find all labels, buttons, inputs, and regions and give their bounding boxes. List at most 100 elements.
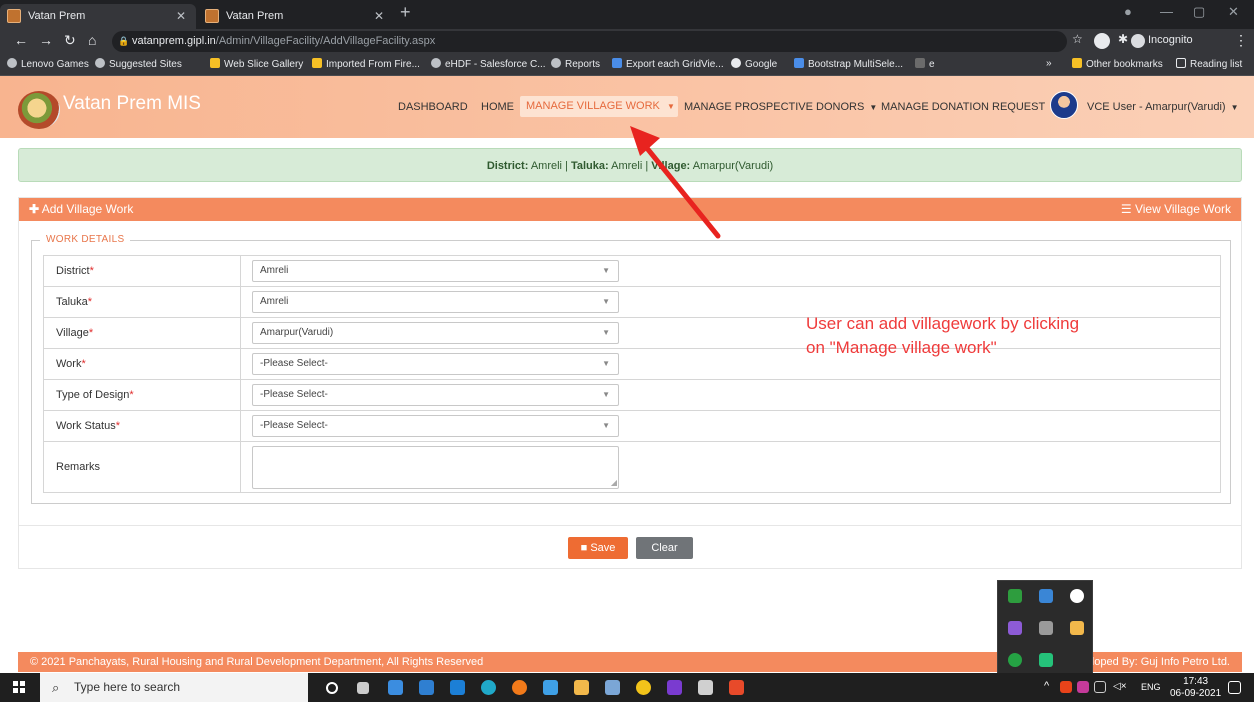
caret-down-icon: ▼ xyxy=(1230,103,1239,112)
tray-app-icon[interactable] xyxy=(1070,589,1084,603)
user-avatar[interactable] xyxy=(1050,91,1078,119)
extension-icon[interactable] xyxy=(1094,33,1110,49)
district-select[interactable]: Amreli ▼ xyxy=(252,260,619,282)
close-window-icon[interactable]: ✕ xyxy=(1228,4,1239,20)
tray-app-icon[interactable] xyxy=(1070,621,1084,635)
firefox-icon[interactable] xyxy=(512,680,527,695)
village-label: Village* xyxy=(43,317,241,349)
home-icon[interactable]: ⌂ xyxy=(88,32,96,48)
other-bookmarks[interactable]: Other bookmarks xyxy=(1072,58,1163,70)
save-button[interactable]: ■ Save xyxy=(568,537,628,559)
copyright-text: © 2021 Panchayats, Rural Housing and Rur… xyxy=(30,656,484,668)
app-icon[interactable] xyxy=(574,680,589,695)
bookmark-item[interactable]: Lenovo Games xyxy=(7,58,89,70)
clear-button[interactable]: Clear xyxy=(636,537,693,559)
windows-start-icon[interactable] xyxy=(13,681,25,693)
extensions-puzzle-icon[interactable]: ✱ xyxy=(1118,32,1128,46)
app-icon[interactable] xyxy=(667,680,682,695)
bookmark-item[interactable]: Suggested Sites xyxy=(95,58,182,70)
work-select[interactable]: -Please Select- ▼ xyxy=(252,353,619,375)
cortana-icon[interactable] xyxy=(326,682,338,694)
forward-icon[interactable]: → xyxy=(39,32,53,48)
resize-grip-icon[interactable]: ◢ xyxy=(611,478,617,487)
user-menu[interactable]: VCE User - Amarpur(Varudi) ▼ xyxy=(1087,101,1239,113)
taluka-label: Taluka* xyxy=(43,286,241,318)
bookmark-item[interactable]: Web Slice Gallery xyxy=(210,58,303,70)
nav-dashboard[interactable]: DASHBOARD xyxy=(398,101,468,113)
browser-tab-active[interactable]: Vatan Prem ✕ xyxy=(0,4,196,29)
work-status-select[interactable]: -Please Select- ▼ xyxy=(252,415,619,437)
taskbar-search-box[interactable]: ⌕ Type here to search xyxy=(40,673,308,702)
fieldset-legend: WORK DETAILS xyxy=(40,234,131,245)
network-icon[interactable] xyxy=(1094,681,1106,693)
district-label: District: xyxy=(486,160,529,172)
show-hidden-icons-icon[interactable]: ^ xyxy=(1044,680,1049,692)
minimize-icon[interactable]: — xyxy=(1160,4,1173,19)
tray-app-icon[interactable] xyxy=(1008,589,1022,603)
back-icon[interactable]: ← xyxy=(14,32,28,48)
view-village-work-link[interactable]: ☰ View Village Work xyxy=(1121,202,1231,216)
tray-app-icon[interactable] xyxy=(1060,681,1072,693)
nav-manage-prospective-donors[interactable]: MANAGE PROSPECTIVE DONORS ▼ xyxy=(684,101,877,113)
site-favicon-icon xyxy=(7,9,21,23)
close-tab-icon[interactable]: ✕ xyxy=(374,4,384,29)
type-of-design-select[interactable]: -Please Select- ▼ xyxy=(252,384,619,406)
store-icon[interactable] xyxy=(419,680,434,695)
taluka-select[interactable]: Amreli ▼ xyxy=(252,291,619,313)
bookmark-item[interactable]: eHDF - Salesforce C... xyxy=(431,58,546,70)
edge-icon[interactable] xyxy=(481,680,496,695)
search-icon: ⌕ xyxy=(52,680,60,695)
reload-icon[interactable]: ↻ xyxy=(64,32,76,49)
tray-overflow-popup xyxy=(997,580,1093,675)
bookmark-item[interactable]: Reports xyxy=(551,58,600,70)
form-row-remarks: Remarks ◢ xyxy=(43,441,1221,493)
menu-kebab-icon[interactable]: ⋮ xyxy=(1234,32,1248,49)
remarks-label: Remarks xyxy=(43,441,241,493)
app-icon[interactable] xyxy=(605,680,620,695)
volume-icon[interactable]: ◁× xyxy=(1113,681,1127,692)
dropdown-arrow-icon: ▼ xyxy=(602,421,610,430)
bookmark-item[interactable]: e xyxy=(915,58,935,70)
tray-app-icon[interactable] xyxy=(1008,653,1022,667)
nav-manage-donation-request[interactable]: MANAGE DONATION REQUEST xyxy=(881,101,1045,113)
language-indicator[interactable]: ENG xyxy=(1141,682,1161,692)
bookmark-item[interactable]: Export each GridVie... xyxy=(612,58,724,70)
remarks-textarea[interactable]: ◢ xyxy=(252,445,619,489)
tray-app-icon[interactable] xyxy=(1039,589,1053,603)
plus-icon: ✚ xyxy=(29,202,40,216)
file-explorer-icon[interactable] xyxy=(388,680,403,695)
mail-icon[interactable] xyxy=(450,680,465,695)
tray-app-icon[interactable] xyxy=(1077,681,1089,693)
bookmark-item[interactable]: Google xyxy=(731,58,777,70)
maximize-icon[interactable]: ▢ xyxy=(1193,4,1205,20)
tray-app-icon[interactable] xyxy=(1039,653,1053,667)
close-tab-icon[interactable]: ✕ xyxy=(176,4,186,29)
app-icon[interactable] xyxy=(729,680,744,695)
notification-center-icon[interactable] xyxy=(1228,681,1241,694)
bookmark-item[interactable]: Imported From Fire... xyxy=(312,58,420,70)
caret-down-icon: ▼ xyxy=(869,103,878,112)
app-icon[interactable] xyxy=(543,680,558,695)
reading-list[interactable]: Reading list xyxy=(1176,58,1242,70)
dropdown-arrow-icon: ▼ xyxy=(602,328,610,337)
bookmark-item[interactable]: Bootstrap MultiSele... xyxy=(794,58,903,70)
form-actions: ■ Save Clear xyxy=(19,525,1241,569)
new-tab-icon[interactable]: + xyxy=(400,2,411,23)
work-label: Work* xyxy=(43,348,241,380)
taskbar-clock[interactable]: 17:43 06-09-2021 xyxy=(1170,676,1221,700)
nav-home[interactable]: HOME xyxy=(481,101,514,113)
village-select[interactable]: Amarpur(Varudi) ▼ xyxy=(252,322,619,344)
profile-dot-icon[interactable]: ● xyxy=(1124,4,1132,19)
bookmark-star-icon[interactable]: ☆ xyxy=(1072,32,1083,46)
address-bar[interactable]: 🔒 vatanprem.gipl.in/Admin/VillageFacilit… xyxy=(112,31,1067,52)
app-icon[interactable] xyxy=(698,680,713,695)
tray-app-icon[interactable] xyxy=(1008,621,1022,635)
browser-tab-bar: Vatan Prem ✕ Vatan Prem ✕ + ● — ▢ ✕ xyxy=(0,0,1254,29)
task-view-icon[interactable] xyxy=(357,682,369,694)
chrome-icon[interactable] xyxy=(636,680,651,695)
nav-manage-village-work[interactable]: MANAGE VILLAGE WORK ▼ xyxy=(520,96,678,117)
brand-title[interactable]: Vatan Prem MIS xyxy=(63,93,201,115)
tray-app-icon[interactable] xyxy=(1039,621,1053,635)
bookmarks-overflow-icon[interactable]: » xyxy=(1046,58,1052,69)
browser-tab[interactable]: Vatan Prem ✕ xyxy=(198,4,394,29)
